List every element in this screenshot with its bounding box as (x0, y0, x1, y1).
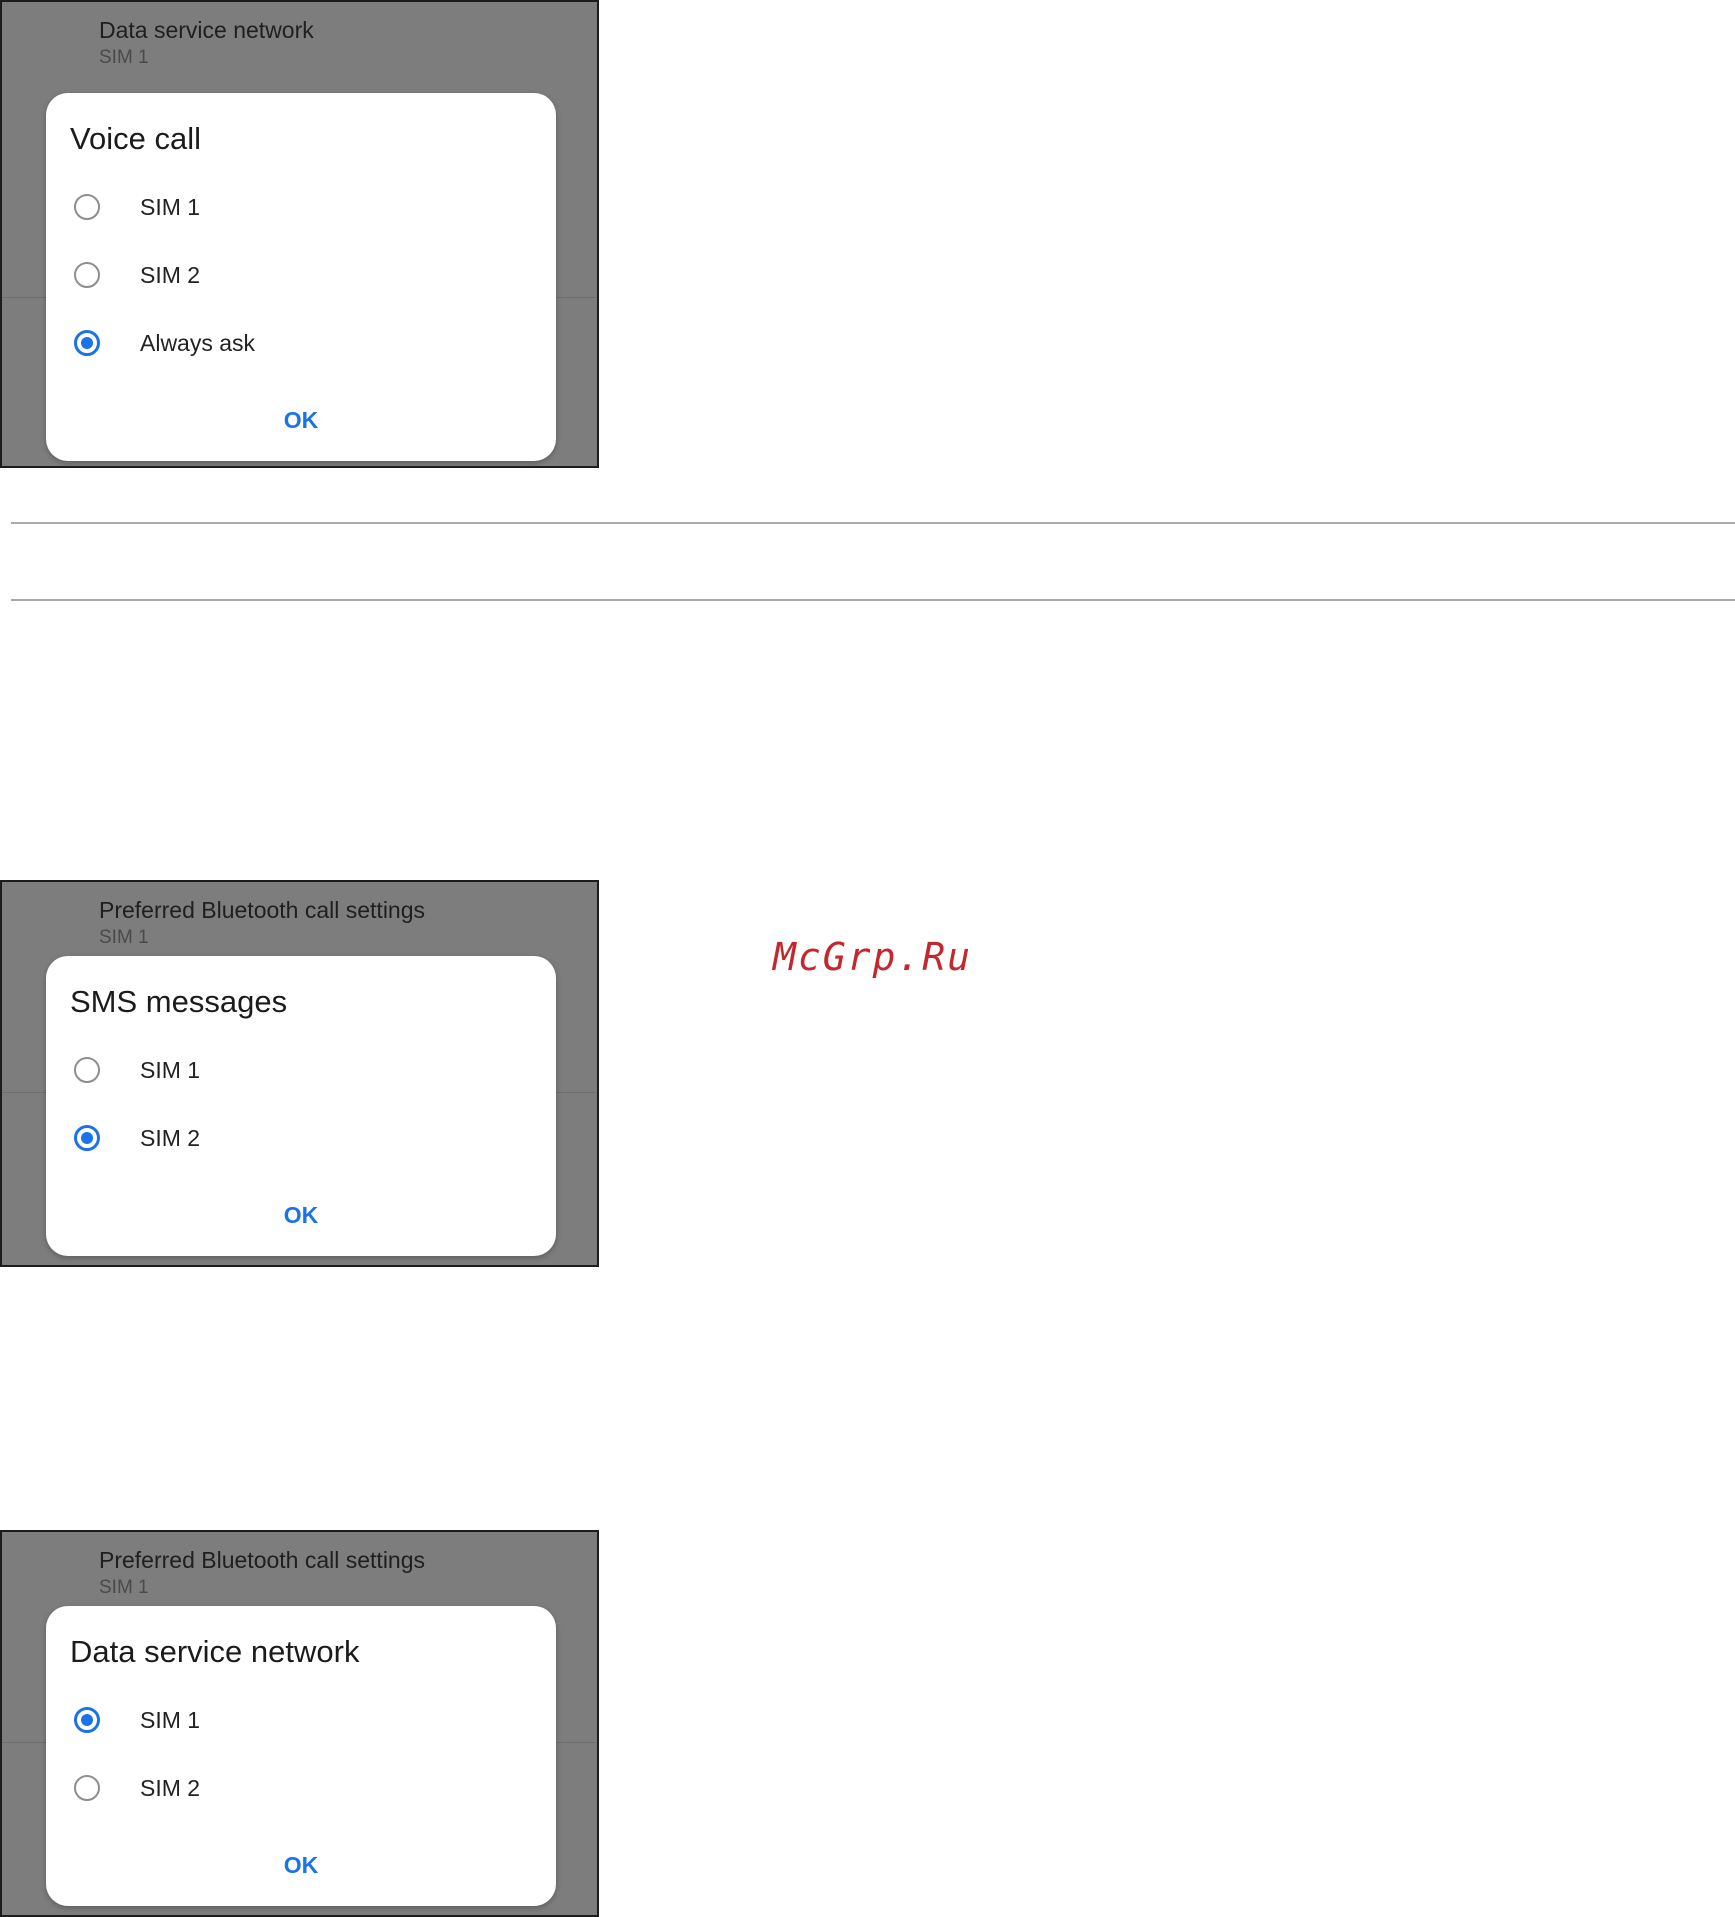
option-sim-1[interactable]: SIM 1 (74, 187, 200, 227)
page-divider (11, 522, 1735, 524)
ok-button[interactable]: OK (46, 1202, 556, 1229)
option-always-ask[interactable]: Always ask (74, 323, 255, 363)
radio-unchecked-icon[interactable] (74, 194, 100, 220)
sms-messages-dialog: SMS messages SIM 1 SIM 2 OK (46, 956, 556, 1256)
option-sim-2[interactable]: SIM 2 (74, 1118, 200, 1158)
data-service-network-screenshot: Preferred Bluetooth call settings SIM 1 … (0, 1530, 599, 1917)
option-label: SIM 1 (140, 1056, 201, 1083)
ok-button[interactable]: OK (46, 1852, 556, 1879)
dialog-title: SMS messages (70, 984, 288, 1019)
background-setting-subtitle: SIM 1 (99, 47, 149, 68)
ok-button[interactable]: OK (46, 407, 556, 434)
option-sim-1[interactable]: SIM 1 (74, 1050, 200, 1090)
background-setting-subtitle: SIM 1 (99, 927, 149, 948)
radio-unchecked-icon[interactable] (74, 1057, 100, 1083)
background-setting-item: Preferred Bluetooth call settings SIM 1 (99, 896, 425, 950)
option-sim-2[interactable]: SIM 2 (74, 255, 200, 295)
radio-checked-icon[interactable] (74, 1125, 100, 1151)
voice-call-dialog: Voice call SIM 1 SIM 2 Always ask OK (46, 93, 556, 461)
background-setting-title: Preferred Bluetooth call settings (99, 1547, 426, 1573)
background-setting-subtitle: SIM 1 (99, 1577, 149, 1598)
background-setting-item: Data service network SIM 1 (99, 16, 314, 70)
background-setting-item: Preferred Bluetooth call settings SIM 1 (99, 1546, 425, 1600)
option-sim-1[interactable]: SIM 1 (74, 1700, 200, 1740)
sms-messages-screenshot: Preferred Bluetooth call settings SIM 1 … (0, 880, 599, 1267)
option-label: SIM 2 (140, 1774, 201, 1801)
option-label: Always ask (140, 329, 256, 356)
background-setting-title: Data service network (99, 17, 314, 43)
watermark-text: McGrp.Ru (773, 935, 973, 979)
voice-call-screenshot: Data service network SIM 1 Voice call SI… (0, 0, 599, 468)
data-service-network-dialog: Data service network SIM 1 SIM 2 OK (46, 1606, 556, 1906)
option-sim-2[interactable]: SIM 2 (74, 1768, 200, 1808)
radio-checked-icon[interactable] (74, 330, 100, 356)
page-divider (11, 599, 1735, 601)
option-label: SIM 1 (140, 1706, 201, 1733)
option-label: SIM 2 (140, 261, 201, 288)
option-label: SIM 1 (140, 193, 201, 220)
dialog-title: Data service network (70, 1634, 360, 1669)
background-setting-title: Preferred Bluetooth call settings (99, 897, 426, 923)
option-label: SIM 2 (140, 1124, 201, 1151)
radio-unchecked-icon[interactable] (74, 1775, 100, 1801)
radio-checked-icon[interactable] (74, 1707, 100, 1733)
dialog-title: Voice call (70, 121, 201, 156)
radio-unchecked-icon[interactable] (74, 262, 100, 288)
